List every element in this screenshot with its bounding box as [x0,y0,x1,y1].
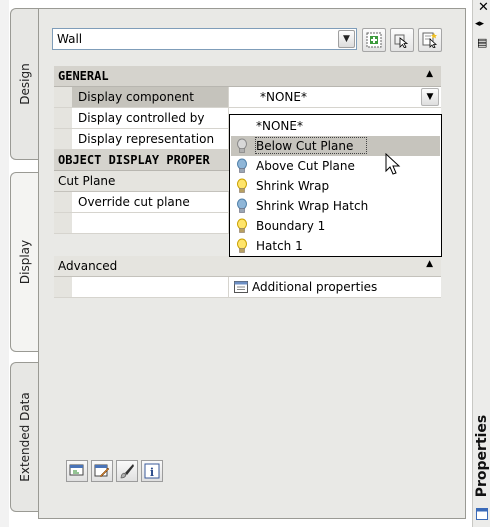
lightbulb-on-icon [237,238,247,253]
left-frame [0,0,9,527]
collapse-icon[interactable]: ▲ [426,69,433,79]
property-row-display-component[interactable]: Display component *NONE* ▼ [54,87,441,108]
dropdown-item-label: Boundary 1 [256,219,326,233]
info-icon: i [144,463,160,479]
dropdown-item-none[interactable]: *NONE* [231,116,440,136]
row-gutter [54,129,72,149]
object-type-value: Wall [57,32,83,46]
row-gutter [54,213,72,233]
category-advanced[interactable]: Advanced ▲ [54,256,441,277]
tab-extended-data-label: Extended Data [17,392,32,482]
dropdown-item-boundary-1[interactable]: Boundary 1 [231,216,440,236]
tab-design[interactable]: Design [10,8,38,160]
category-general[interactable]: GENERAL ▲ [54,66,441,87]
lightbulb-on-icon [237,178,247,193]
properties-menu-icon[interactable]: ▤ [477,36,487,49]
column-divider [228,87,229,107]
mouse-cursor-icon [385,153,401,175]
display-manager-button[interactable] [66,460,88,482]
dropdown-item-label: Shrink Wrap Hatch [256,199,369,213]
dropdown-item-shrink-wrap-hatch[interactable]: Shrink Wrap Hatch [231,196,440,216]
row-gutter [54,108,72,128]
dropdown-item-label: Hatch 1 [256,239,303,253]
dropdown-item-label: Shrink Wrap [256,179,330,193]
row-gutter [54,277,72,297]
additional-properties-link[interactable]: Additional properties [252,280,377,294]
worksheet-icon [234,281,248,293]
property-name: Display representation [78,132,215,146]
display-component-dropdown[interactable]: *NONE* Below Cut Plane Above Cut Plane S… [229,114,442,257]
category-general-label: GENERAL [58,69,109,83]
edit-display-icon [94,464,110,478]
select-objects-button[interactable] [390,28,414,52]
dropdown-item-shrink-wrap[interactable]: Shrink Wrap [231,176,440,196]
quick-select-button[interactable] [418,28,442,52]
row-gutter [54,87,72,107]
object-type-combo[interactable]: Wall ▼ [52,28,357,50]
dropdown-item-label: *NONE* [256,119,303,133]
category-object-display-label: OBJECT DISPLAY PROPER [58,153,210,167]
brush-icon [120,464,134,479]
lightbulb-blue-icon [237,198,247,213]
select-objects-icon [394,34,409,48]
lightbulb-off-icon [237,138,247,153]
category-advanced-label: Advanced [58,259,118,273]
close-icon[interactable]: ✕ [478,0,489,15]
lightbulb-blue-icon [237,158,247,173]
tab-design-label: Design [17,63,32,105]
toggle-pickadd-icon [366,32,382,48]
autohide-icon[interactable]: ◂▸ [475,19,484,29]
brush-button[interactable] [116,460,138,482]
info-button[interactable]: i [141,460,163,482]
tab-extended-data[interactable]: Extended Data [10,362,38,512]
chevron-down-icon[interactable]: ▼ [421,88,439,106]
tab-display-label: Display [17,239,32,285]
collapse-icon[interactable]: ▲ [426,259,433,269]
edit-display-button[interactable] [91,460,113,482]
lightbulb-on-icon [237,218,247,233]
column-divider [228,277,229,297]
tab-display[interactable]: Display [10,172,38,352]
quick-select-icon [422,32,438,48]
property-value[interactable]: *NONE* [260,90,307,104]
palette-icon [476,508,488,520]
svg-text:i: i [150,466,154,479]
dropdown-item-label: Above Cut Plane [256,159,355,173]
palette-title: Properties [474,414,490,498]
toggle-pickadd-button[interactable] [362,28,386,52]
property-name: Display component [78,90,194,104]
chevron-down-icon[interactable]: ▼ [338,30,355,48]
dropdown-item-below-cut-plane[interactable]: Below Cut Plane [231,136,440,156]
display-manager-icon [69,464,84,476]
dropdown-item-label: Below Cut Plane [256,139,354,153]
dropdown-item-above-cut-plane[interactable]: Above Cut Plane [231,156,440,176]
property-row-additional-properties[interactable]: Additional properties [54,277,441,298]
dropdown-item-hatch-1[interactable]: Hatch 1 [231,236,440,256]
property-name: Display controlled by [78,111,205,125]
palette-title-bar[interactable]: ✕ ◂▸ ▤ Properties [472,0,490,527]
property-name: Override cut plane [78,195,190,209]
row-gutter [54,192,72,212]
subcategory-cut-plane-label: Cut Plane [58,174,116,188]
